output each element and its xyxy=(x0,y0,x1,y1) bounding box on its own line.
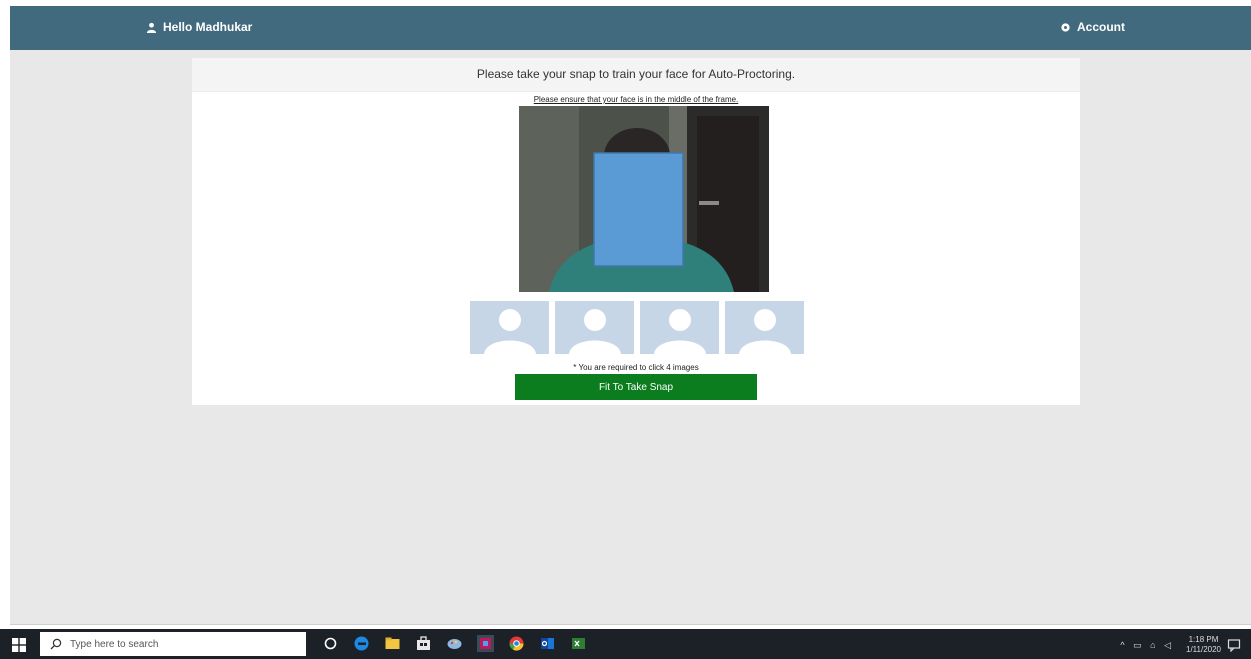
chrome-icon[interactable] xyxy=(508,635,525,652)
outlook-icon[interactable] xyxy=(539,635,556,652)
user-placeholder-icon xyxy=(654,309,706,354)
tray-icons[interactable]: ^ ▭ ⌂ ◁ xyxy=(1120,640,1174,651)
taskbar-search[interactable]: Type here to search xyxy=(40,632,306,656)
account-menu[interactable]: Account xyxy=(1060,20,1125,34)
snapshot-thumbnails xyxy=(470,301,804,354)
webcam-frame xyxy=(519,106,769,292)
system-tray: ^ ▭ ⌂ ◁ 1:18 PM 1/11/2020 xyxy=(1120,635,1241,655)
panel-title: Please take your snap to train your face… xyxy=(192,58,1080,92)
cortana-icon[interactable] xyxy=(322,635,339,652)
webcam-preview xyxy=(519,106,769,292)
app-icon[interactable] xyxy=(477,635,494,652)
snapshot-slot-1 xyxy=(470,301,549,354)
clock-date: 1/11/2020 xyxy=(1186,645,1221,654)
notification-icon[interactable] xyxy=(1227,638,1241,652)
windows-start-icon[interactable] xyxy=(12,638,26,652)
greeting-menu[interactable]: Hello Madhukar xyxy=(146,20,252,34)
take-snap-button[interactable]: Fit To Take Snap xyxy=(515,374,757,400)
taskbar-clock[interactable]: 1:18 PM 1/11/2020 xyxy=(1186,635,1221,655)
user-placeholder-icon xyxy=(739,309,791,354)
snapshot-slot-3 xyxy=(640,301,719,354)
top-navbar: Hello Madhukar Account xyxy=(10,6,1251,50)
snapshot-slot-2 xyxy=(555,301,634,354)
greeting-text: Hello Madhukar xyxy=(163,20,253,34)
face-privacy-mask xyxy=(593,152,684,267)
user-placeholder-icon xyxy=(569,309,621,354)
windows-taskbar: Type here to search ^ ▭ ⌂ ◁ 1:18 PM 1/11… xyxy=(0,629,1251,659)
required-images-note: * You are required to click 4 images xyxy=(573,363,699,372)
file-explorer-icon[interactable] xyxy=(384,635,401,652)
user-placeholder-icon xyxy=(484,309,536,354)
account-label: Account xyxy=(1077,20,1125,34)
snapshot-slot-4 xyxy=(725,301,804,354)
search-icon xyxy=(50,638,62,650)
search-placeholder: Type here to search xyxy=(70,638,159,650)
gear-icon xyxy=(1061,22,1070,32)
paint-icon[interactable] xyxy=(446,635,463,652)
edge-icon[interactable] xyxy=(353,635,370,652)
pinned-apps xyxy=(322,635,587,652)
store-icon[interactable] xyxy=(415,635,432,652)
center-face-hint: Please ensure that your face is in the m… xyxy=(533,95,739,104)
browser-viewport: Hello Madhukar Account Please take your … xyxy=(10,6,1251,625)
face-training-panel: Please take your snap to train your face… xyxy=(192,58,1080,405)
user-icon xyxy=(146,22,157,33)
excel-icon[interactable] xyxy=(570,635,587,652)
clock-time: 1:18 PM xyxy=(1188,635,1219,644)
